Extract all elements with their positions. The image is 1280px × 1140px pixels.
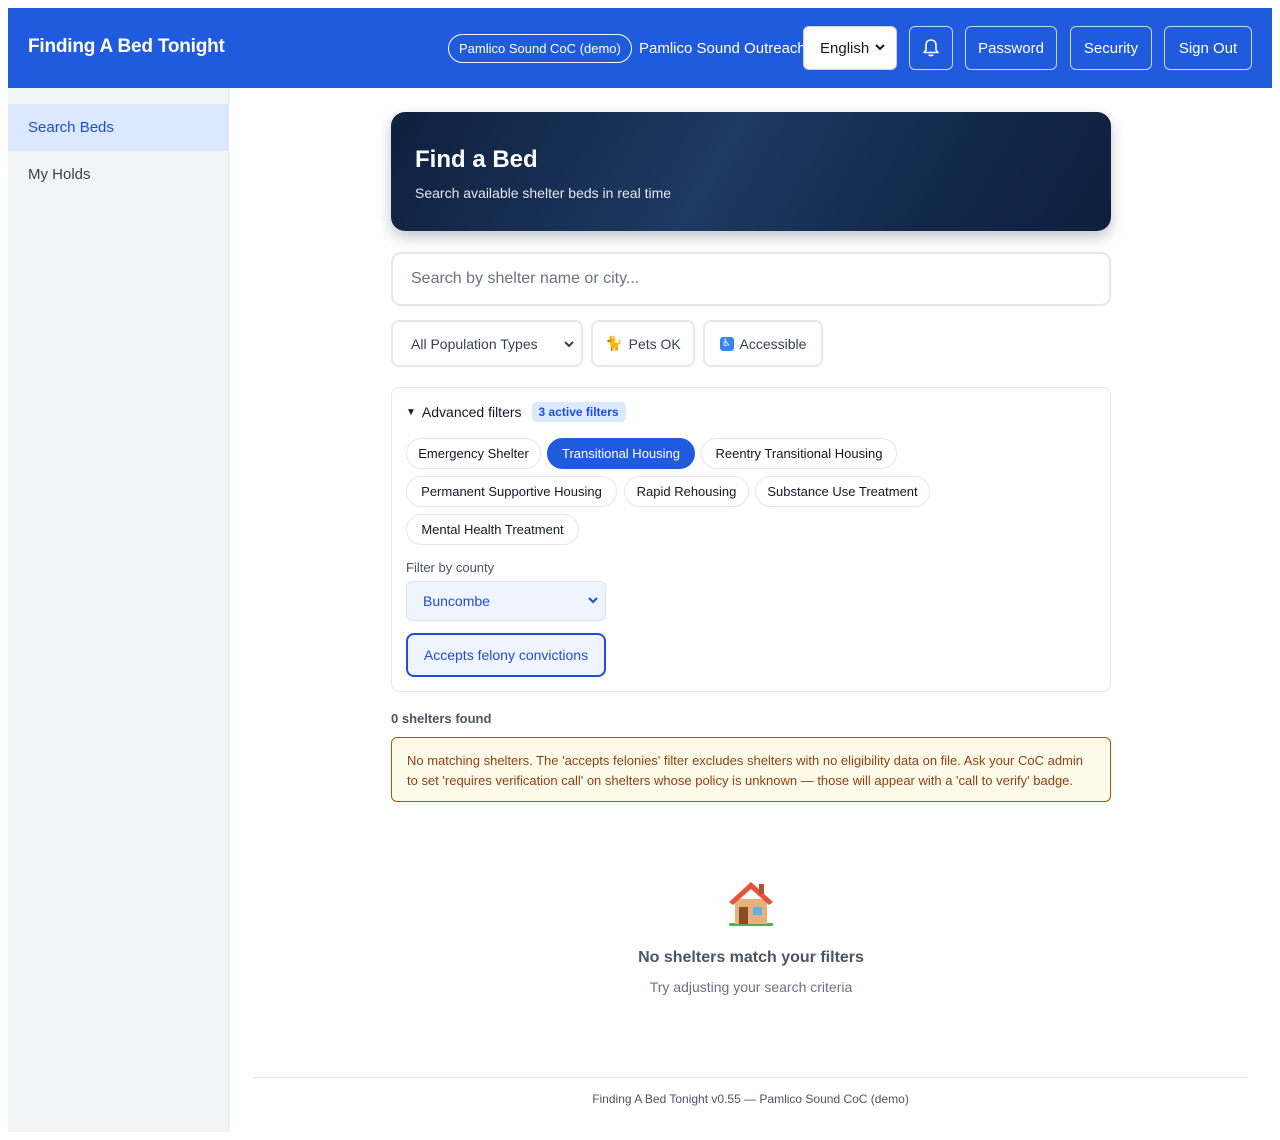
sidebar: Search Beds My Holds bbox=[8, 88, 229, 1132]
population-type-value: All Population Types bbox=[411, 335, 538, 352]
advanced-filters-label: Advanced filters bbox=[421, 404, 522, 420]
results-count: 0 shelters found bbox=[391, 711, 492, 726]
chevron-down-icon bbox=[588, 597, 598, 604]
chip-emergency-shelter[interactable]: Emergency Shelter bbox=[406, 438, 541, 469]
triangle-down-icon: ▼ bbox=[406, 406, 416, 418]
population-type-select[interactable]: All Population Types bbox=[391, 320, 583, 367]
search-placeholder: Search by shelter name or city... bbox=[411, 270, 640, 287]
hero-banner: Find a Bed Search available shelter beds… bbox=[391, 112, 1111, 231]
sidebar-item-my-holds[interactable]: My Holds bbox=[8, 151, 228, 198]
app-title[interactable]: Finding A Bed Tonight bbox=[28, 36, 225, 58]
active-filters-badge: 3 active filters bbox=[531, 402, 626, 422]
chip-substance-use-treatment[interactable]: Substance Use Treatment bbox=[755, 476, 930, 507]
empty-state-subtitle: Try adjusting your search criteria bbox=[649, 979, 853, 995]
footer-text: Finding A Bed Tonight v0.55 — Pamlico So… bbox=[592, 1092, 909, 1106]
empty-state-title: No shelters match your filters bbox=[638, 949, 864, 966]
footer-divider bbox=[253, 1077, 1248, 1078]
chip-reentry-transitional-housing[interactable]: Reentry Transitional Housing bbox=[701, 438, 897, 469]
chevron-down-icon bbox=[564, 341, 574, 348]
notifications-button[interactable] bbox=[909, 26, 953, 70]
sign-out-button[interactable]: Sign Out bbox=[1164, 26, 1252, 70]
language-select[interactable]: English bbox=[803, 26, 897, 70]
chip-permanent-supportive-housing[interactable]: Permanent Supportive Housing bbox=[406, 476, 617, 507]
county-value: Buncombe bbox=[423, 593, 490, 609]
organization-name: Pamlico Sound Outreach bbox=[639, 40, 806, 57]
search-input[interactable]: Search by shelter name or city... bbox=[391, 252, 1111, 306]
county-filter-label: Filter by county bbox=[406, 560, 495, 575]
no-results-warning: No matching shelters. The 'accepts felon… bbox=[391, 737, 1111, 802]
house-icon bbox=[729, 882, 773, 926]
sidebar-item-search-beds[interactable]: Search Beds bbox=[8, 104, 228, 151]
page-title: Find a Bed bbox=[415, 146, 538, 173]
chip-rapid-rehousing[interactable]: Rapid Rehousing bbox=[624, 476, 749, 507]
advanced-filters-panel: ▼ Advanced filters 3 active filters Emer… bbox=[391, 387, 1111, 692]
paw-icon: 🐈 bbox=[605, 335, 623, 351]
advanced-filters-toggle[interactable]: ▼ Advanced filters 3 active filters bbox=[406, 402, 626, 422]
password-button[interactable]: Password bbox=[965, 26, 1057, 70]
top-header: Finding A Bed Tonight Pamlico Sound CoC … bbox=[8, 8, 1272, 88]
page-subtitle: Search available shelter beds in real ti… bbox=[415, 185, 672, 201]
language-value: English bbox=[820, 39, 870, 57]
pets-ok-toggle[interactable]: 🐈 Pets OK bbox=[591, 320, 695, 367]
pets-ok-label: Pets OK bbox=[628, 335, 681, 352]
county-select[interactable]: Buncombe bbox=[406, 581, 606, 621]
chip-transitional-housing[interactable]: Transitional Housing bbox=[547, 438, 695, 469]
security-button[interactable]: Security bbox=[1070, 26, 1152, 70]
coc-badge: Pamlico Sound CoC (demo) bbox=[448, 34, 632, 63]
accessible-label: Accessible bbox=[739, 335, 807, 352]
chip-mental-health-treatment[interactable]: Mental Health Treatment bbox=[406, 514, 579, 545]
wheelchair-icon: ♿ bbox=[719, 336, 734, 351]
accepts-felony-toggle[interactable]: Accepts felony convictions bbox=[406, 633, 606, 677]
chevron-down-icon bbox=[875, 44, 885, 51]
bell-icon bbox=[923, 39, 939, 57]
accessible-toggle[interactable]: ♿ Accessible bbox=[703, 320, 823, 367]
